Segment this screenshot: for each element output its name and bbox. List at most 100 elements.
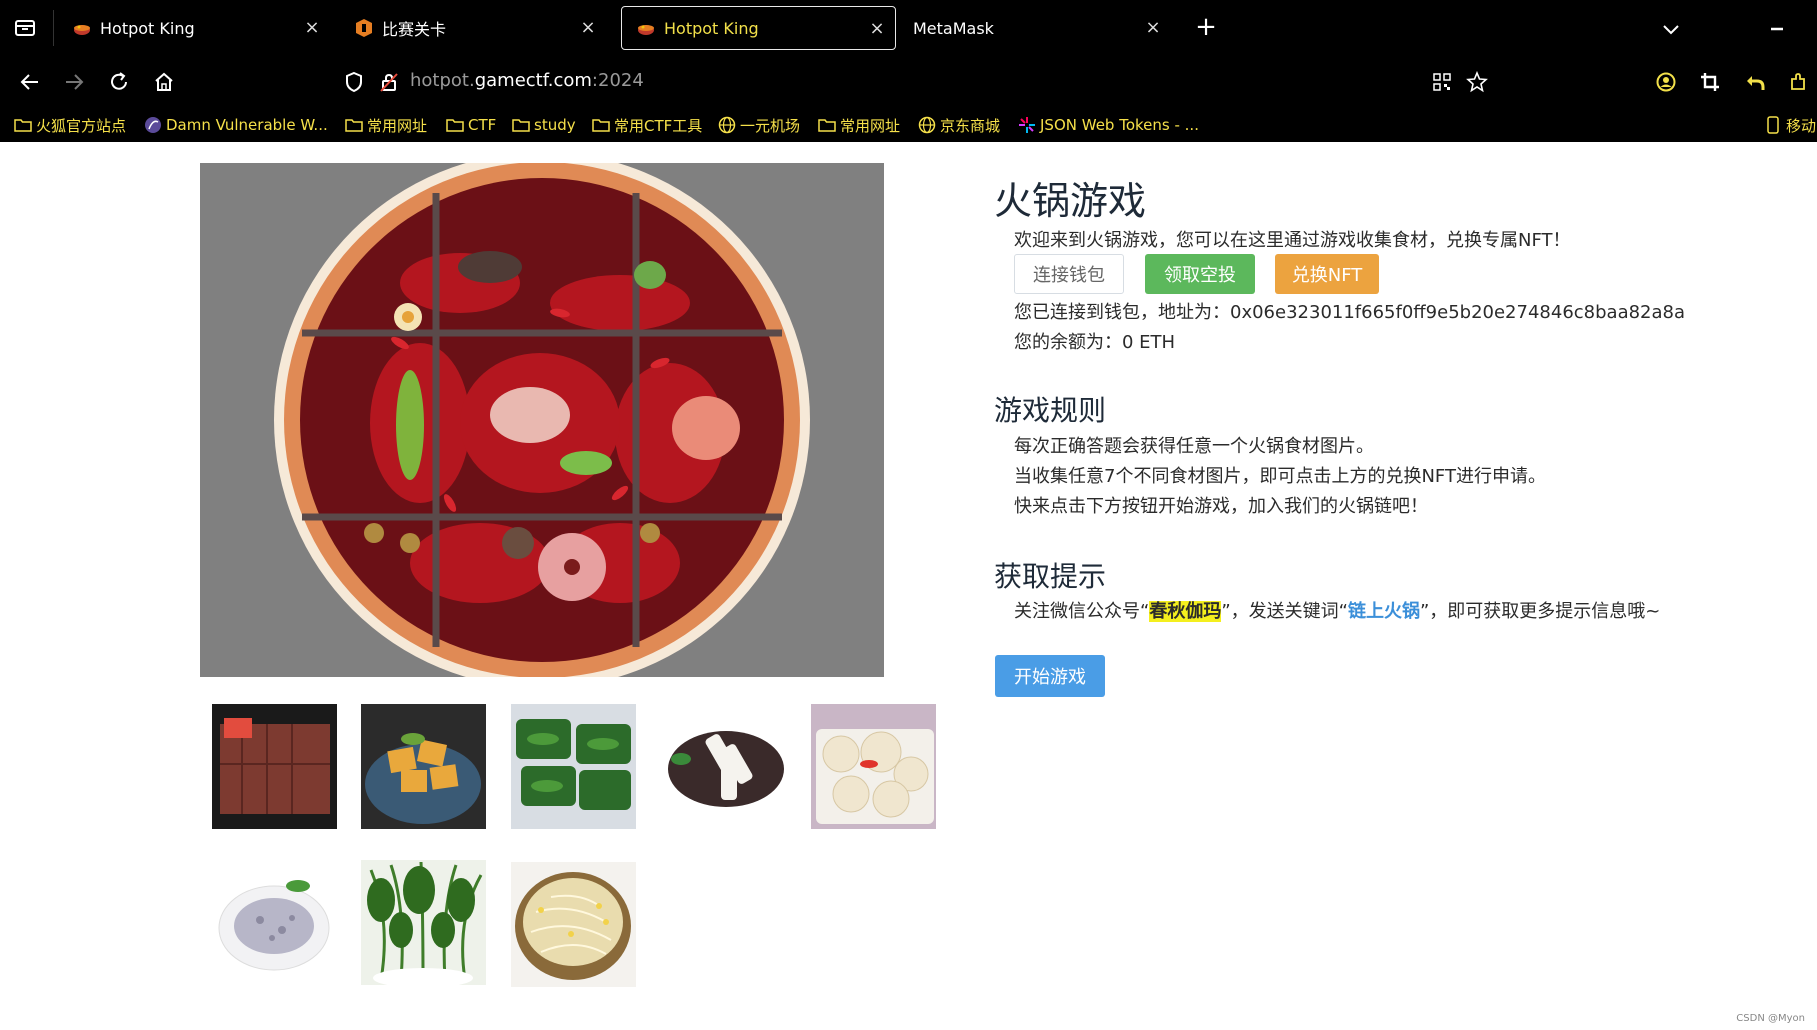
tab-list-icon[interactable]: [10, 14, 40, 42]
tab-title: MetaMask: [913, 18, 994, 38]
bookmark-label: 常用网址: [840, 116, 901, 135]
hint-text: 关注微信公众号“春秋伽玛”，发送关键词“链上火锅”，即可获取更多提示信息哦~: [1014, 597, 1660, 623]
bookmark-star-icon[interactable]: [1463, 68, 1491, 96]
back-arrow-icon[interactable]: [16, 68, 44, 96]
ingredient-crown-daisy-image: [361, 860, 486, 985]
globe-icon: [918, 116, 936, 134]
tab-hotpot-king-active[interactable]: Hotpot King ×: [621, 6, 896, 50]
page-title: 火锅游戏: [994, 179, 1147, 223]
globe-icon: [718, 116, 736, 134]
tab-metamask[interactable]: MetaMask ×: [899, 6, 1171, 50]
tab-title: Hotpot King: [100, 18, 195, 38]
ingredient-duck-blood-image: [212, 704, 337, 829]
hint-text-middle: ”，发送关键词“: [1221, 601, 1348, 622]
bookmark-item[interactable]: JSON Web Tokens - ...: [1018, 112, 1199, 138]
wechat-account-keyword: 春秋伽玛: [1149, 601, 1222, 622]
hint-text-suffix: ”，即可获取更多提示信息哦~: [1419, 601, 1661, 622]
rule-item: 快来点击下方按钮开始游戏，加入我们的火锅链吧！: [1014, 496, 1428, 517]
balance-text: 您的余额为：0 ETH: [1014, 332, 1176, 353]
folder-icon: [345, 119, 363, 132]
watermark: CSDN @Myon⁠: [1736, 1013, 1805, 1024]
mobile-bookmarks[interactable]: 移动: [1764, 112, 1816, 138]
bookmark-item[interactable]: 常用网址: [345, 112, 427, 138]
reload-icon[interactable]: [105, 68, 133, 96]
bookmarks-bar: 火狐官方站点 Damn Vulnerable W... 常用网址 CTF stu…: [0, 108, 1817, 142]
claim-airdrop-button[interactable]: 领取空投: [1145, 254, 1255, 294]
ingredient-tofu-image: [361, 704, 486, 829]
forward-arrow-icon[interactable]: [60, 68, 88, 96]
bookmark-label: JSON Web Tokens - ...: [1040, 116, 1199, 134]
url-bar[interactable]: hotpot.gamectf.com:2024: [410, 68, 644, 94]
chevron-down-icon[interactable]: [1658, 16, 1684, 42]
new-tab-button[interactable]: +: [1190, 12, 1222, 44]
hint-text-prefix: 关注微信公众号“: [1014, 601, 1150, 622]
bookmark-label: 常用CTF工具: [614, 116, 703, 135]
tab-title: 比赛关卡: [382, 20, 447, 39]
bookmark-item[interactable]: 常用CTF工具: [592, 112, 702, 138]
rules-heading: 游戏规则: [994, 394, 1107, 427]
undo-arrow-icon[interactable]: [1741, 68, 1769, 96]
bookmark-label: 火狐官方站点: [36, 116, 127, 135]
navigation-bar: hotpot.gamectf.com:2024: [0, 56, 1817, 106]
ingredient-lotus-root-image: [811, 704, 936, 829]
rule-item: 当收集任意7个不同食材图片，即可点击上方的兑换NFT进行申请。: [1014, 466, 1546, 487]
folder-icon: [446, 119, 464, 132]
url-host: gamectf.com: [474, 70, 592, 91]
bookmark-item[interactable]: 常用网址: [818, 112, 900, 138]
dvwa-logo-icon: [145, 117, 161, 133]
shield-icon[interactable]: [340, 68, 368, 96]
tab-hotpot-king-1[interactable]: Hotpot King ×: [58, 6, 330, 50]
account-icon[interactable]: [1652, 68, 1680, 96]
folder-icon: [14, 119, 32, 132]
tab-bar: Hotpot King × 比赛关卡 × Hotpot King × MetaM…: [0, 0, 1817, 56]
bookmark-label: 一元机场: [740, 116, 801, 135]
insecure-lock-icon[interactable]: [375, 68, 403, 96]
bookmark-item[interactable]: study: [512, 112, 576, 138]
ingredient-kelp-image: [511, 704, 636, 829]
extensions-icon[interactable]: [1785, 68, 1813, 96]
connect-wallet-button[interactable]: 连接钱包: [1014, 254, 1124, 294]
start-game-button[interactable]: 开始游戏: [995, 655, 1105, 697]
wallet-address-text: 您已连接到钱包，地址为：0x06e323011f665f0ff9e5b20e27…: [1014, 302, 1686, 323]
ingredient-shrimp-paste-image: [212, 860, 337, 985]
bookmark-item[interactable]: CTF: [446, 112, 496, 138]
hotpot-hero-image: [200, 163, 884, 677]
window-minimize-icon[interactable]: [1764, 16, 1790, 42]
ingredient-rice-cake-image: [661, 704, 786, 829]
tab-competition[interactable]: 比赛关卡 ×: [340, 6, 606, 50]
bookmark-label: 京东商城: [940, 116, 1001, 135]
welcome-text: 欢迎来到火锅游戏，您可以在这里通过游戏收集食材，兑换专属NFT！: [1014, 230, 1571, 251]
tab-title: Hotpot King: [664, 18, 759, 38]
url-port: :2024: [591, 70, 644, 91]
hint-heading: 获取提示: [994, 560, 1107, 593]
hotpot-favicon-icon: [74, 25, 90, 35]
mobile-phone-icon: [1767, 116, 1779, 134]
tab-separator: [53, 10, 54, 46]
hotpot-favicon-icon: [638, 25, 654, 35]
qr-code-icon[interactable]: [1428, 68, 1456, 96]
ingredient-bean-sprouts-image: [511, 862, 636, 987]
page-content: 火锅游戏 欢迎来到火锅游戏，您可以在这里通过游戏收集食材，兑换专属NFT！ 连接…: [0, 142, 1817, 1030]
rule-item: 每次正确答题会获得任意一个火锅食材图片。: [1014, 436, 1374, 457]
hint-keyword: 链上火锅: [1347, 601, 1420, 622]
browser-chrome: Hotpot King × 比赛关卡 × Hotpot King × MetaM…: [0, 0, 1817, 142]
folder-icon: [512, 119, 530, 132]
redeem-nft-button[interactable]: 兑换NFT: [1275, 254, 1379, 294]
tab-close-icon[interactable]: ×: [1143, 18, 1163, 38]
tab-close-icon[interactable]: ×: [302, 18, 322, 38]
crop-icon[interactable]: [1696, 68, 1724, 96]
bookmark-label: 常用网址: [367, 116, 428, 135]
bookmark-label: study: [534, 116, 576, 134]
bookmark-label: Damn Vulnerable W...: [166, 116, 328, 134]
home-icon[interactable]: [150, 68, 178, 96]
tab-close-icon[interactable]: ×: [867, 19, 887, 39]
bookmark-item[interactable]: 一元机场: [718, 112, 800, 138]
tab-close-icon[interactable]: ×: [578, 18, 598, 38]
url-prefix: hotpot.: [410, 70, 475, 91]
jwt-logo-icon: [1019, 117, 1035, 133]
bookmark-item[interactable]: 京东商城: [918, 112, 1000, 138]
bookmark-label: CTF: [468, 116, 497, 134]
bookmark-item[interactable]: Damn Vulnerable W...: [144, 112, 328, 138]
folder-icon: [818, 119, 836, 132]
bookmark-item[interactable]: 火狐官方站点: [14, 112, 126, 138]
